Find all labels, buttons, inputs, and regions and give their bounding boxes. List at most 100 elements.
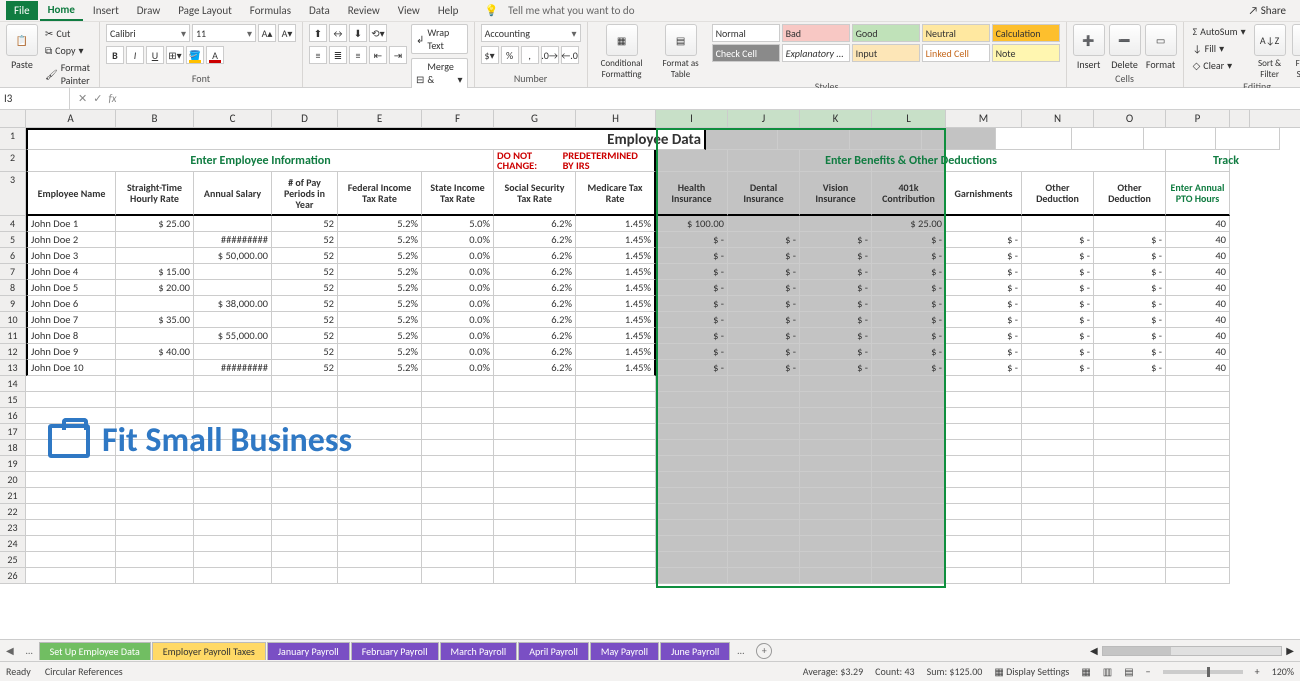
col-header-G[interactable]: G (494, 110, 576, 127)
cell[interactable] (576, 536, 656, 552)
cell[interactable] (116, 248, 194, 264)
cell[interactable]: $ - (1094, 264, 1166, 280)
cell[interactable] (272, 472, 338, 488)
cell[interactable] (946, 440, 1022, 456)
display-settings-button[interactable]: ▦ Display Settings (994, 665, 1069, 678)
cell[interactable] (946, 536, 1022, 552)
cell[interactable]: $ 55,000.00 (194, 328, 272, 344)
underline-button[interactable]: U (146, 46, 164, 64)
orientation-button[interactable]: ⟲▾ (369, 24, 387, 42)
cell[interactable] (728, 392, 800, 408)
tell-me[interactable]: Tell me what you want to do (500, 1, 642, 20)
cell[interactable] (422, 552, 494, 568)
cell[interactable] (422, 520, 494, 536)
cell[interactable] (194, 552, 272, 568)
cell[interactable]: 5.2% (338, 296, 422, 312)
cell[interactable] (946, 376, 1022, 392)
cell[interactable] (800, 568, 872, 584)
cell[interactable] (872, 392, 946, 408)
cell[interactable]: 1.45% (576, 216, 656, 232)
cell[interactable]: Straight-Time Hourly Rate (116, 172, 194, 216)
sheet-tab-june-payroll[interactable]: June Payroll (660, 642, 730, 660)
cell[interactable] (1094, 488, 1166, 504)
cell[interactable]: 0.0% (422, 296, 494, 312)
cell[interactable]: Enter Employee Information (26, 150, 494, 172)
cell[interactable] (800, 456, 872, 472)
cell[interactable]: $ - (872, 344, 946, 360)
format-cells-button[interactable]: ▭ (1145, 24, 1177, 56)
cell[interactable]: John Doe 6 (26, 296, 116, 312)
cell[interactable]: Social Security Tax Rate (494, 172, 576, 216)
cell[interactable] (728, 216, 800, 232)
format-as-table-icon[interactable]: ▤ (665, 24, 697, 56)
cell[interactable]: $ - (946, 232, 1022, 248)
cell[interactable] (494, 376, 576, 392)
cell[interactable]: $ - (656, 344, 728, 360)
increase-decimal-button[interactable]: .0→ (541, 46, 559, 64)
cell[interactable]: $ - (1022, 232, 1094, 248)
cell[interactable]: $ - (1022, 280, 1094, 296)
cell[interactable]: 6.2% (494, 296, 576, 312)
cell[interactable]: John Doe 1 (26, 216, 116, 232)
col-header-M[interactable]: M (946, 110, 1022, 127)
cell[interactable]: $ - (656, 280, 728, 296)
cell[interactable] (946, 424, 1022, 440)
menu-home[interactable]: Home (40, 0, 83, 21)
cell[interactable] (1022, 440, 1094, 456)
cell[interactable] (272, 552, 338, 568)
cell[interactable]: 0.0% (422, 360, 494, 376)
cell[interactable]: 40 (1166, 360, 1230, 376)
cell[interactable]: 40 (1166, 232, 1230, 248)
cell[interactable] (272, 536, 338, 552)
cell[interactable] (1166, 424, 1230, 440)
find-select-button[interactable]: 🔍 (1292, 24, 1300, 56)
cell[interactable]: $ - (728, 280, 800, 296)
cell[interactable]: 1.45% (576, 248, 656, 264)
align-left-button[interactable]: ≡ (309, 46, 327, 64)
cell[interactable] (338, 568, 422, 584)
cell[interactable] (26, 472, 116, 488)
cell[interactable] (576, 456, 656, 472)
cell[interactable] (728, 536, 800, 552)
cell[interactable]: Other Deduction (1094, 172, 1166, 216)
cell[interactable]: $ - (800, 280, 872, 296)
tab-nav-next[interactable]: … (20, 644, 39, 657)
cell[interactable]: 5.2% (338, 360, 422, 376)
cell[interactable]: $ - (800, 344, 872, 360)
cell[interactable] (194, 216, 272, 232)
style-calculation[interactable]: Calculation (992, 24, 1060, 42)
cell[interactable] (422, 536, 494, 552)
cell[interactable] (946, 568, 1022, 584)
cell[interactable] (116, 376, 194, 392)
cell[interactable]: 52 (272, 360, 338, 376)
currency-button[interactable]: $▾ (481, 46, 499, 64)
cell[interactable]: 1.45% (576, 264, 656, 280)
zoom-out-button[interactable]: − (1146, 665, 1151, 678)
cell[interactable]: 5.2% (338, 280, 422, 296)
cell[interactable] (494, 520, 576, 536)
cell[interactable] (872, 456, 946, 472)
row-header-21[interactable]: 21 (0, 488, 26, 504)
cell[interactable] (1094, 568, 1166, 584)
row-header-10[interactable]: 10 (0, 312, 26, 328)
cell[interactable]: $ - (728, 232, 800, 248)
row-header-14[interactable]: 14 (0, 376, 26, 392)
cell[interactable] (1022, 456, 1094, 472)
cell[interactable] (728, 472, 800, 488)
cell[interactable] (494, 456, 576, 472)
cell[interactable] (422, 472, 494, 488)
cell[interactable] (1166, 440, 1230, 456)
cell[interactable] (1022, 424, 1094, 440)
cell[interactable] (1166, 536, 1230, 552)
wrap-text-button[interactable]: ↲ Wrap Text (411, 24, 468, 54)
cell[interactable] (116, 536, 194, 552)
cell[interactable]: $ - (872, 280, 946, 296)
cell[interactable] (1022, 488, 1094, 504)
comma-button[interactable]: , (521, 46, 539, 64)
cell[interactable] (194, 536, 272, 552)
percent-button[interactable]: % (501, 46, 519, 64)
col-header-C[interactable]: C (194, 110, 272, 127)
cell[interactable] (422, 376, 494, 392)
cell[interactable] (728, 150, 800, 172)
cell[interactable] (576, 392, 656, 408)
